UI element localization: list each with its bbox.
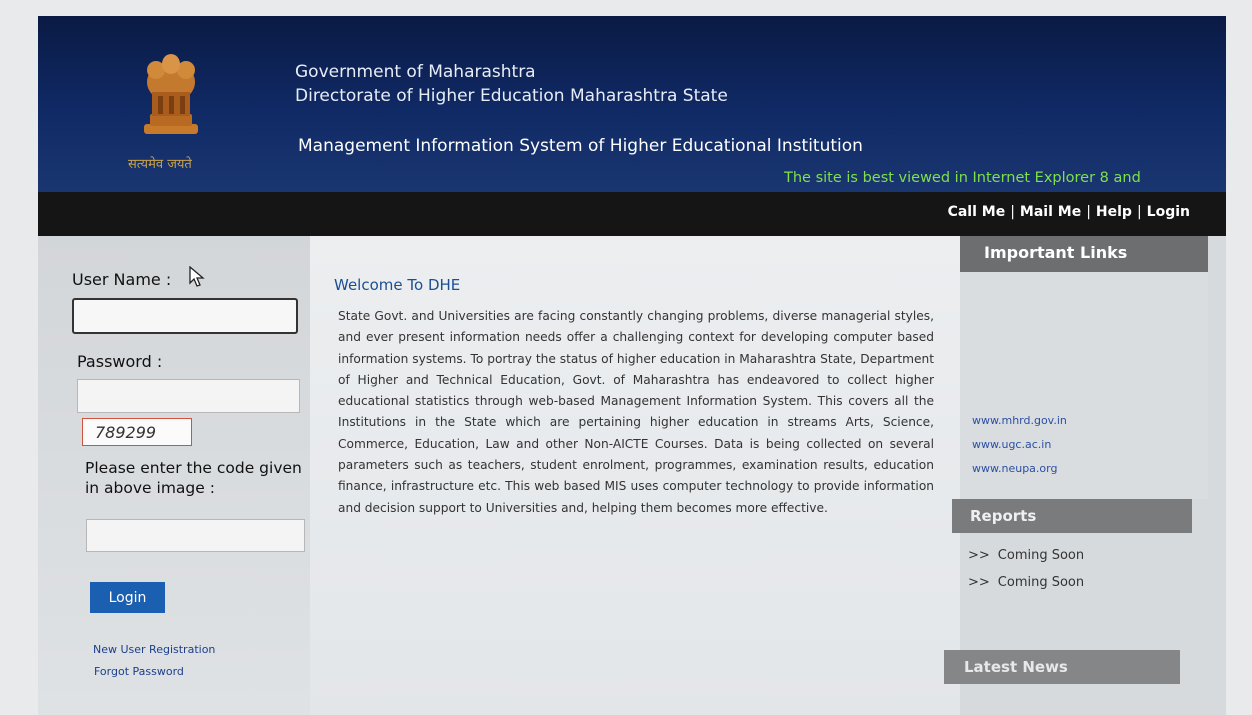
ugc-link[interactable]: www.ugc.ac.in — [972, 438, 1051, 451]
emblem-motto: सत्यमेव जयते — [128, 157, 192, 172]
captcha-image: 789299 — [82, 418, 192, 446]
double-chevron-icon: >> — [968, 548, 990, 563]
password-label: Password : — [77, 352, 163, 371]
report-item[interactable]: >> Coming Soon — [968, 575, 1084, 590]
captcha-label: Please enter the code given in above ima… — [85, 459, 302, 497]
important-links-heading: Important Links — [960, 236, 1208, 272]
nav-separator: | — [1086, 204, 1091, 220]
top-nav-bar: Call Me | Mail Me | Help | Login — [38, 192, 1226, 236]
main-content: Welcome To DHE State Govt. and Universit… — [310, 236, 960, 715]
site-header: सत्यमेव जयते Government of Maharashtra D… — [38, 16, 1226, 192]
directorate-title: Directorate of Higher Education Maharash… — [295, 86, 728, 106]
report-item[interactable]: >> Coming Soon — [968, 548, 1084, 563]
help-link[interactable]: Help — [1096, 204, 1132, 220]
double-chevron-icon: >> — [968, 575, 990, 590]
nav-separator: | — [1010, 204, 1015, 220]
mail-me-link[interactable]: Mail Me — [1020, 204, 1081, 220]
new-user-registration-link[interactable]: New User Registration — [93, 643, 215, 656]
mhrd-link[interactable]: www.mhrd.gov.in — [972, 414, 1067, 427]
report-item-label: Coming Soon — [997, 548, 1085, 563]
national-emblem-icon — [144, 54, 198, 134]
latest-news-heading: Latest News — [944, 650, 1180, 684]
reports-heading: Reports — [952, 499, 1192, 533]
neupa-link[interactable]: www.neupa.org — [972, 462, 1057, 475]
login-button[interactable]: Login — [90, 582, 165, 613]
page-frame: सत्यमेव जयते Government of Maharashtra D… — [38, 16, 1226, 715]
intro-paragraph: State Govt. and Universities are facing … — [338, 309, 934, 515]
captcha-input[interactable] — [86, 519, 305, 552]
call-me-link[interactable]: Call Me — [948, 204, 1006, 220]
mouse-pointer-icon — [189, 266, 205, 287]
right-sidebar: Important Links www.mhrd.gov.in www.ugc.… — [944, 236, 1226, 715]
forgot-password-link[interactable]: Forgot Password — [94, 665, 184, 678]
nav-separator: | — [1136, 204, 1142, 220]
login-link[interactable]: Login — [1147, 204, 1190, 220]
government-title: Government of Maharashtra — [295, 62, 536, 82]
password-input[interactable] — [77, 379, 300, 413]
browser-notice-marquee: The site is best viewed in Internet Expl… — [784, 170, 1141, 186]
username-input[interactable] — [72, 298, 298, 334]
username-label: User Name : — [72, 270, 172, 289]
important-links-body: www.mhrd.gov.in www.ugc.ac.in www.neupa.… — [960, 272, 1208, 499]
system-title: Management Information System of Higher … — [298, 136, 863, 156]
top-nav-links: Call Me | Mail Me | Help | Login — [948, 204, 1190, 220]
login-panel: User Name : Password : 789299 Please ent… — [38, 236, 322, 715]
welcome-heading: Welcome To DHE — [334, 276, 461, 294]
report-item-label: Coming Soon — [997, 575, 1085, 590]
